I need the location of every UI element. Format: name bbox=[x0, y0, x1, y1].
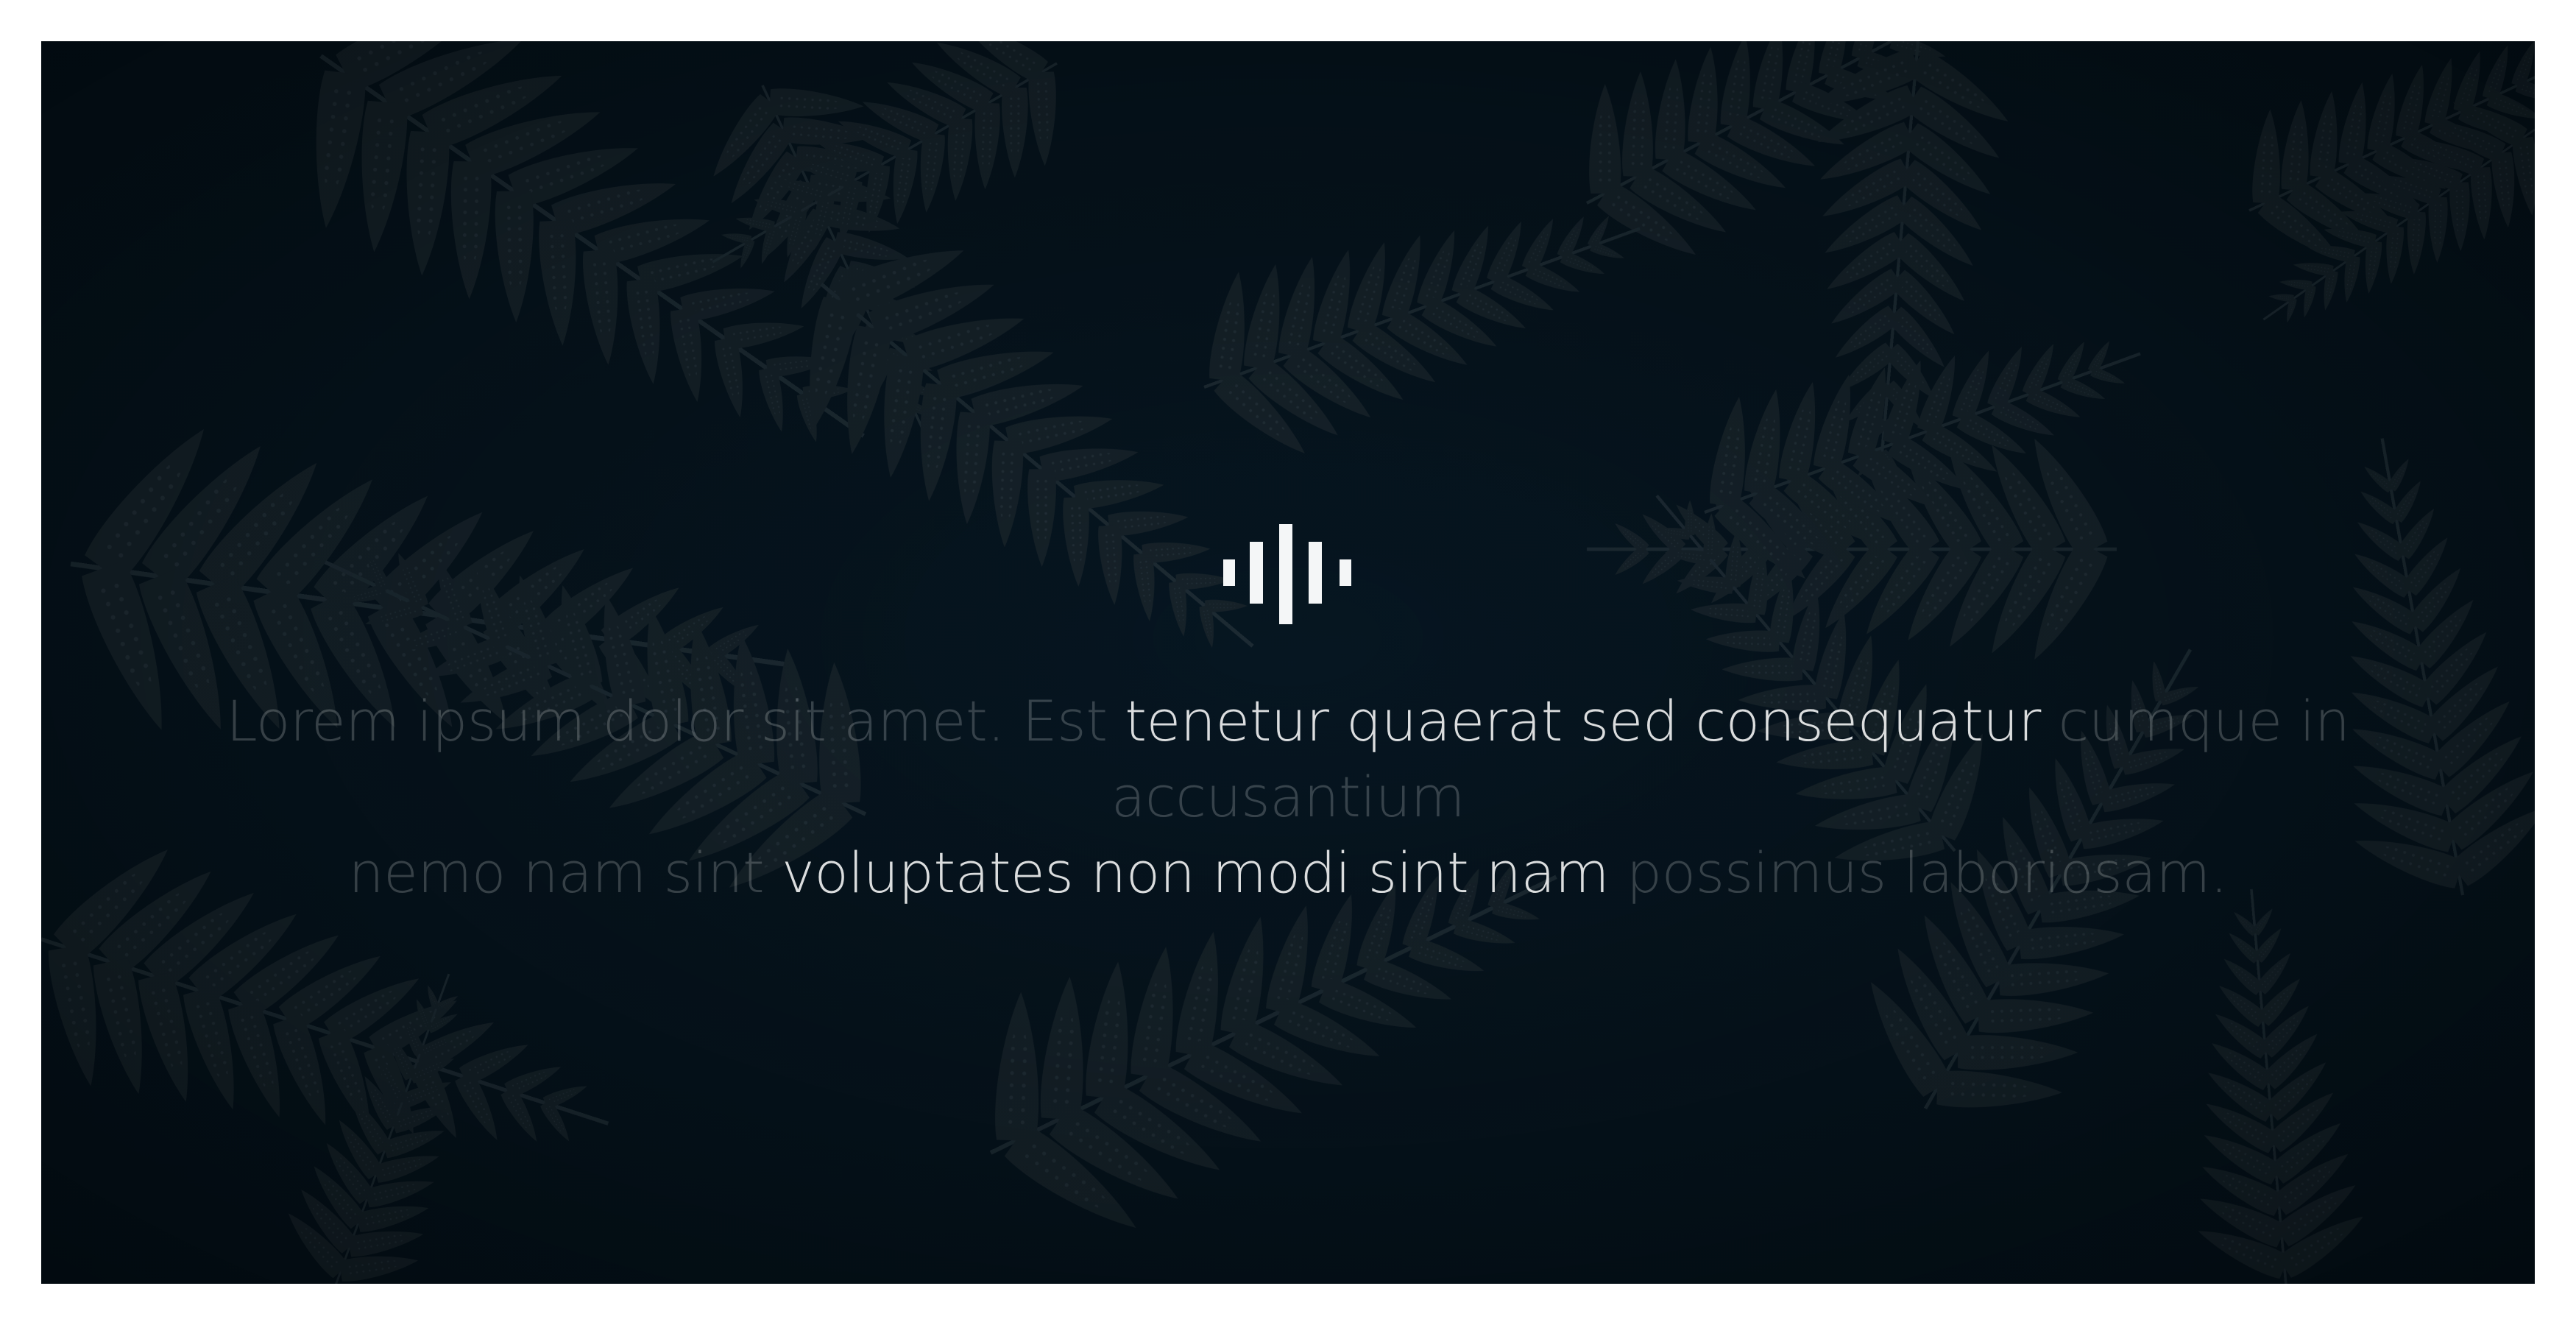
caption-line-2: nemo nam sint voluptates non modi sint n… bbox=[71, 835, 2505, 911]
caption-line-1: Lorem ipsum dolor sit amet. Est tenetur … bbox=[71, 683, 2505, 835]
caption-line-2-highlight: voluptates non modi sint nam bbox=[764, 840, 1610, 905]
fern-background-image bbox=[41, 41, 2535, 1284]
caption-line-1-highlight: tenetur quaerat sed consequatur bbox=[1107, 688, 2041, 754]
hero-section: Lorem ipsum dolor sit amet. Est tenetur … bbox=[41, 41, 2535, 1284]
caption-line-2-faded-start: nemo nam sint bbox=[348, 840, 765, 905]
audio-bars-icon bbox=[1223, 524, 1351, 624]
caption-line-1-faded-start: Lorem ipsum dolor sit amet. Est bbox=[226, 688, 1108, 754]
caption-line-2-faded-end: possimus laboriosam. bbox=[1609, 840, 2228, 905]
hero-caption: Lorem ipsum dolor sit amet. Est tenetur … bbox=[71, 683, 2505, 911]
